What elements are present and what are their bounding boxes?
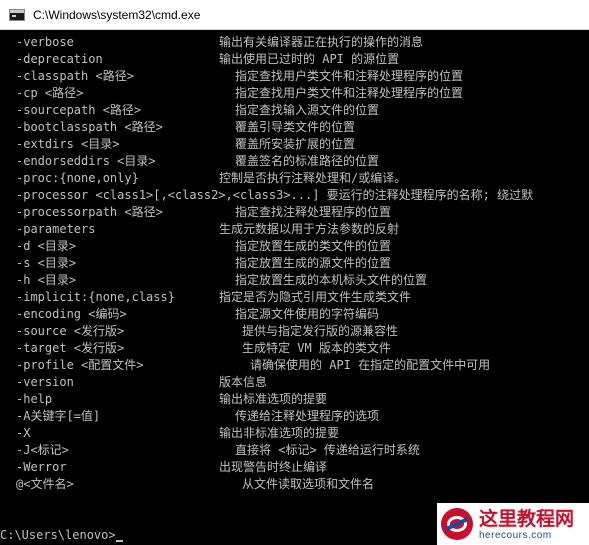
option-description: 出现警告时终止编译 [219, 460, 328, 474]
option-description: 直接将 <标记> 传递给运行时系统 [235, 443, 420, 457]
site-logo-icon [441, 508, 473, 540]
option-description: 覆盖引导类文件的位置 [235, 120, 356, 134]
option-description: 生成特定 VM 版本的类文件 [242, 341, 391, 355]
option-description: 指定源文件使用的字符编码 [235, 307, 380, 321]
option-name: -help [16, 392, 53, 406]
option-name: -h <目录> [16, 273, 77, 287]
option-description: 输出非标准选项的提要 [219, 426, 340, 440]
console-line: -bootclasspath <路径> 覆盖引导类文件的位置 [16, 119, 589, 136]
option-name: -s <目录> [16, 256, 77, 270]
console-line: -sourcepath <路径> 指定查找输入源文件的位置 [16, 102, 589, 119]
option-name: -J<标记> [16, 443, 69, 457]
console-line: -d <目录> 指定放置生成的类文件的位置 [16, 238, 589, 255]
console-line: -extdirs <目录> 覆盖所安装扩展的位置 [16, 136, 589, 153]
option-name: -verbose [16, 35, 74, 49]
option-name: -version [16, 375, 74, 389]
option-name: -proc:{none,only} [16, 171, 139, 185]
option-description: 输出使用已过时的 API 的源位置 [219, 52, 400, 66]
console-line: -A关键字[=值] 传递给注释处理程序的选项 [16, 408, 589, 425]
console-window-icon[interactable] [9, 8, 25, 21]
window-title: C:\Windows\system32\cmd.exe [33, 7, 201, 22]
console-line: -help 输出标准选项的提要 [16, 391, 589, 408]
option-name: -Werror [16, 460, 67, 474]
option-name: -bootclasspath <路径> [16, 120, 163, 134]
option-name: -parameters [16, 222, 96, 236]
option-name: -processorpath <路径> [16, 205, 163, 219]
option-description: 请确保使用的 API 在指定的配置文件中可用 [250, 358, 491, 372]
console-output[interactable]: -verbose 输出有关编译器正在执行的操作的消息 -deprecation 输出… [0, 30, 589, 545]
console-line: -processorpath <路径> 指定查找注释处理程序的位置 [16, 204, 589, 221]
watermark-text: 这里教程网 herecours.com [479, 508, 574, 541]
option-description: 指定查找用户类文件和注释处理程序的位置 [235, 86, 464, 100]
option-name: -encoding <编码> [16, 307, 127, 321]
option-description: 指定查找注释处理程序的位置 [235, 205, 392, 219]
option-description: 覆盖所安装扩展的位置 [235, 137, 356, 151]
site-watermark: 这里教程网 herecours.com [437, 503, 589, 545]
console-line: -parameters 生成元数据以用于方法参数的反射 [16, 221, 589, 238]
option-name: -endorseddirs <目录> [16, 154, 156, 168]
option-description: 输出有关编译器正在执行的操作的消息 [219, 35, 424, 49]
console-line: -classpath <路径> 指定查找用户类文件和注释处理程序的位置 [16, 68, 589, 85]
option-description: 指定查找输入源文件的位置 [235, 103, 380, 117]
console-line: -s <目录> 指定放置生成的源文件的位置 [16, 255, 589, 272]
option-name: -target <发行版> [16, 341, 125, 355]
console-line: -implicit:{none,class} 指定是否为隐式引用文件生成类文件 [16, 289, 589, 306]
option-name: @<文件名> [16, 477, 74, 491]
option-description: 指定查找用户类文件和注释处理程序的位置 [235, 69, 464, 83]
option-name: -profile <配置文件> [16, 358, 144, 372]
option-description: 从文件读取选项和文件名 [242, 477, 375, 491]
option-description: 版本信息 [219, 375, 268, 389]
option-description: 输出标准选项的提要 [219, 392, 328, 406]
prompt-text: C:\Users\lenovo> [0, 528, 116, 542]
title-bar[interactable]: C:\Windows\system32\cmd.exe [0, 0, 589, 30]
text-cursor [115, 540, 123, 542]
console-line: -X 输出非标准选项的提要 [16, 425, 589, 442]
console-line: @<文件名> 从文件读取选项和文件名 [16, 476, 589, 493]
option-description: 指定放置生成的源文件的位置 [235, 256, 392, 270]
console-line: -target <发行版> 生成特定 VM 版本的类文件 [16, 340, 589, 357]
console-line: -h <目录> 指定放置生成的本机标头文件的位置 [16, 272, 589, 289]
command-prompt[interactable]: C:\Users\lenovo> [0, 527, 123, 544]
option-name: -deprecation [16, 52, 103, 66]
option-description: 指定放置生成的类文件的位置 [235, 239, 392, 253]
option-description: 控制是否执行注释处理和/或编译。 [219, 171, 407, 185]
watermark-title: 这里教程网 [479, 507, 575, 530]
option-name: -d <目录> [16, 239, 77, 253]
console-line: -cp <路径> 指定查找用户类文件和注释处理程序的位置 [16, 85, 589, 102]
console-line: -J<标记> 直接将 <标记> 传递给运行时系统 [16, 442, 589, 459]
console-line: -encoding <编码> 指定源文件使用的字符编码 [16, 306, 589, 323]
option-description: 生成元数据以用于方法参数的反射 [219, 222, 400, 236]
option-description: 提供与指定发行版的源兼容性 [242, 324, 399, 338]
console-line: -Werror 出现警告时终止编译 [16, 459, 589, 476]
option-line-text: -processor <class1>[,<class2>,<class3>..… [16, 188, 534, 202]
console-lines: -verbose 输出有关编译器正在执行的操作的消息 -deprecation 输出… [16, 34, 589, 493]
option-name: -X [16, 426, 31, 440]
option-name: -A关键字[=值] [16, 409, 101, 423]
option-description: 覆盖签名的标准路径的位置 [235, 154, 380, 168]
console-line: -endorseddirs <目录> 覆盖签名的标准路径的位置 [16, 153, 589, 170]
console-line: -processor <class1>[,<class2>,<class3>..… [16, 187, 589, 204]
console-line: -profile <配置文件> 请确保使用的 API 在指定的配置文件中可用 [16, 357, 589, 374]
option-name: -source <发行版> [16, 324, 125, 338]
option-name: -implicit:{none,class} [16, 290, 175, 304]
option-name: -classpath <路径> [16, 69, 134, 83]
console-line: -source <发行版> 提供与指定发行版的源兼容性 [16, 323, 589, 340]
option-description: 指定是否为隐式引用文件生成类文件 [219, 290, 412, 304]
console-line: -deprecation 输出使用已过时的 API 的源位置 [16, 51, 589, 68]
console-line: -verbose 输出有关编译器正在执行的操作的消息 [16, 34, 589, 51]
option-name: -cp <路径> [16, 86, 84, 100]
watermark-url: herecours.com [479, 529, 552, 541]
option-name: -extdirs <目录> [16, 137, 120, 151]
option-name: -sourcepath <路径> [16, 103, 142, 117]
console-line: -version 版本信息 [16, 374, 589, 391]
console-line: -proc:{none,only} 控制是否执行注释处理和/或编译。 [16, 170, 589, 187]
option-description: 指定放置生成的本机标头文件的位置 [235, 273, 428, 287]
option-description: 传递给注释处理程序的选项 [235, 409, 380, 423]
